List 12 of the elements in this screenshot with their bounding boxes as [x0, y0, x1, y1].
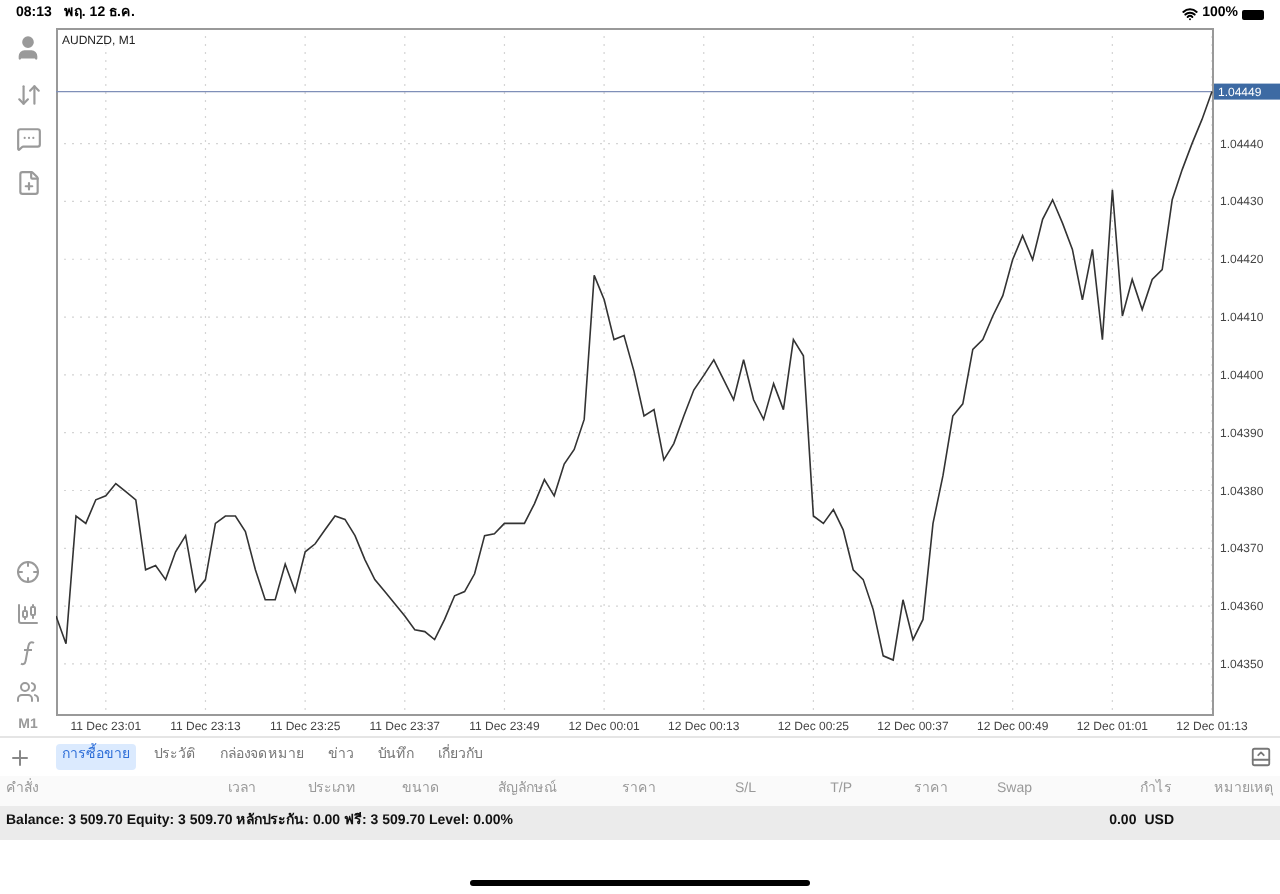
layout-icon[interactable]: [1250, 746, 1272, 768]
chat-icon[interactable]: [15, 126, 41, 152]
crosshair-icon[interactable]: [16, 559, 40, 583]
wifi-icon: [1182, 6, 1199, 22]
user-icon[interactable]: [14, 34, 42, 62]
function-icon[interactable]: [20, 639, 36, 665]
arrows-icon[interactable]: [15, 82, 41, 108]
document-plus-icon[interactable]: [15, 170, 41, 196]
battery-icon: [1242, 9, 1264, 19]
people-icon[interactable]: [16, 679, 40, 703]
add-icon[interactable]: [8, 745, 32, 769]
candlestick-icon[interactable]: [16, 601, 40, 625]
